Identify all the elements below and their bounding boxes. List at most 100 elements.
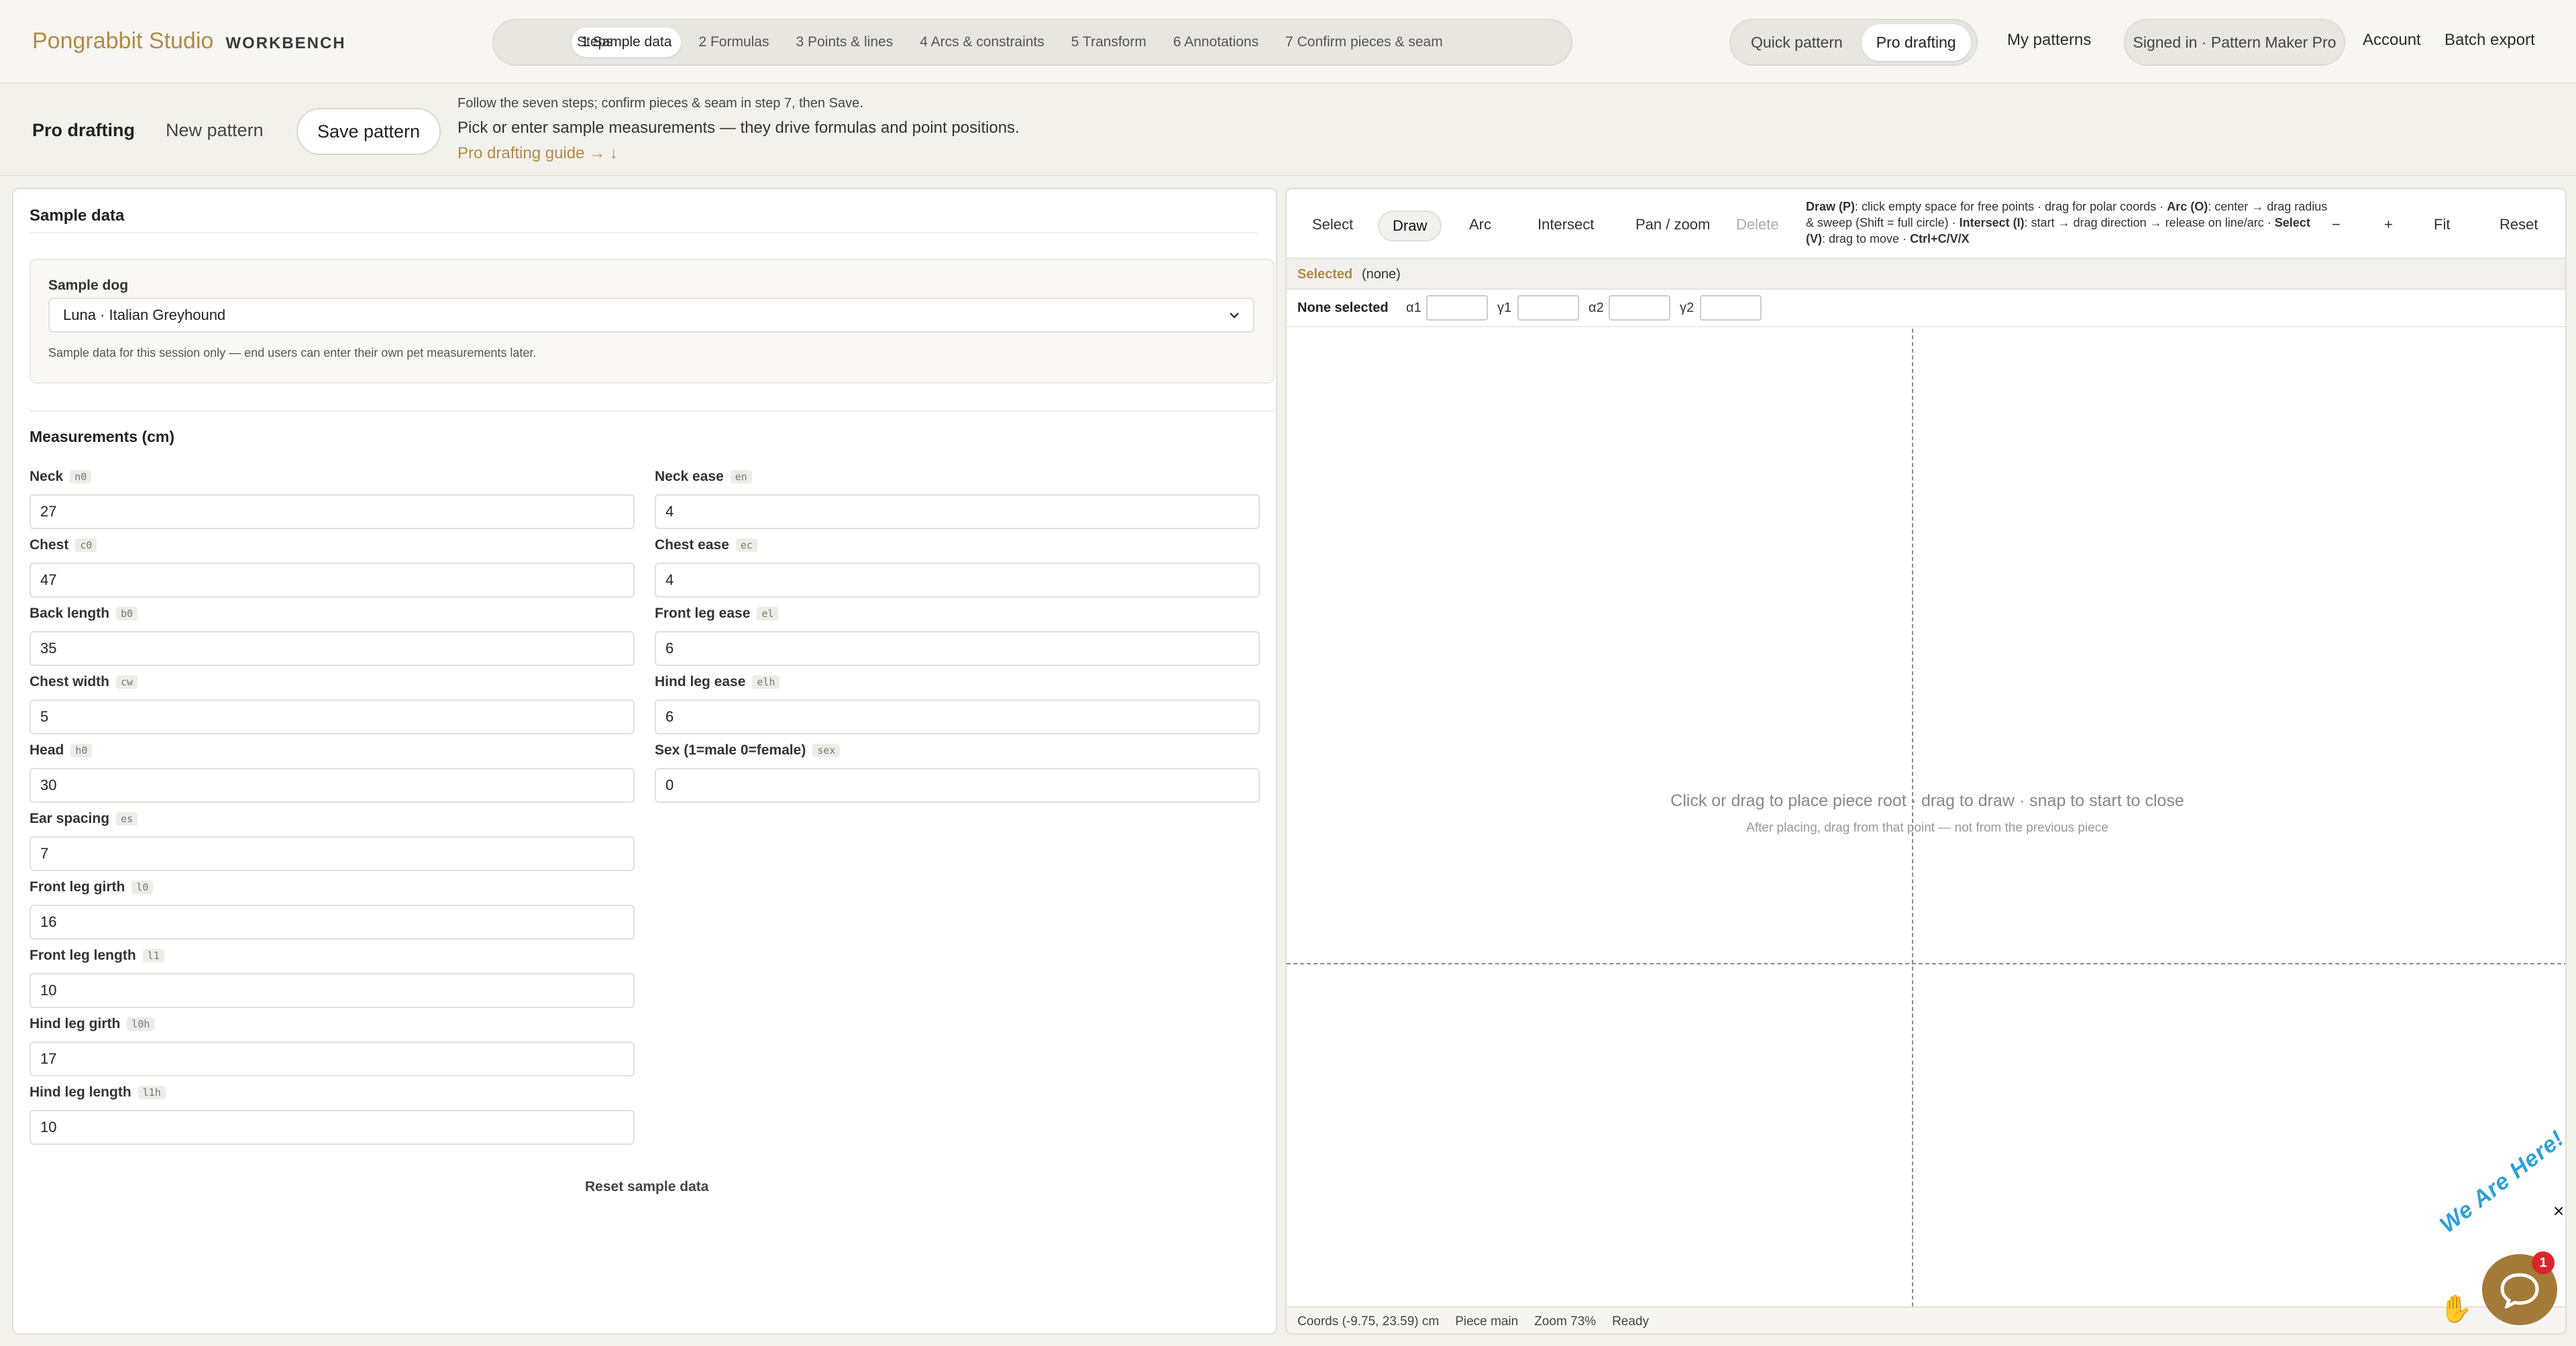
alpha2-input[interactable] [1609,295,1670,321]
pro-drafting-button[interactable]: Pro drafting [1861,23,1971,61]
neck-input[interactable] [30,494,635,529]
hind-leg-girth-input[interactable] [30,1042,635,1076]
pro-drafting-guide-link[interactable]: Pro drafting guide → ↓ [458,144,618,163]
delete-button[interactable]: Delete [1723,211,1792,239]
canvas-sub-hint: After placing, drag from that point — no… [1746,821,2108,835]
hind-leg-length-input[interactable] [30,1110,635,1145]
zoom-in-button[interactable]: + [2384,216,2393,233]
sex-input[interactable] [655,768,1260,803]
new-pattern-link[interactable]: New pattern [166,120,264,141]
brand[interactable]: Pongrabbit Studio WORKBENCH [32,28,346,54]
canvas-hint: Click or drag to place piece root · drag… [1670,791,2184,810]
pan-zoom-tool-button[interactable]: Pan / zoom [1622,211,1723,239]
sub-header: Pro drafting New pattern Save pattern Fo… [0,85,2576,176]
step-7-confirm-pieces[interactable]: 7 Confirm pieces & seam [1276,27,1452,57]
field-label: Neck [30,469,64,484]
field-abbr: n0 [70,470,92,484]
field-chest: Chest c0 [30,536,635,598]
ear-spacing-input[interactable] [30,836,635,871]
steps-hint: Follow the seven steps; confirm pieces &… [458,96,863,111]
notification-badge: 1 [2532,1251,2555,1274]
chest-input[interactable] [30,563,635,598]
front-leg-ease-input[interactable] [655,631,1260,666]
toolbar: Select Draw Arc Intersect Pan / zoom Del… [1287,189,2565,256]
step-3-points-lines[interactable]: 3 Points & lines [786,27,902,57]
my-patterns-link[interactable]: My patterns [2007,31,2091,50]
zoom-out-button[interactable]: − [2332,216,2341,233]
selection-bar: Selected (none) [1287,258,2565,290]
scrollbar-thumb[interactable] [1276,417,1277,1108]
top-header: Pongrabbit Studio WORKBENCH Steps 1 Samp… [0,0,2576,84]
field-abbr: l0 [131,881,154,894]
field-abbr: el [757,607,779,620]
piece-readout: Piece main [1455,1314,1519,1329]
arc-tool-button[interactable]: Arc [1456,211,1505,239]
field-abbr: h0 [70,744,93,757]
gamma1-label: γ1 [1497,300,1512,315]
neck-ease-input[interactable] [655,494,1260,529]
step-4-arcs-constraints[interactable]: 4 Arcs & constraints [910,27,1054,57]
field-ear-spacing: Ear spacing es [30,809,635,871]
selected-label: Selected [1297,267,1353,282]
intersect-tool-button[interactable]: Intersect [1524,211,1607,239]
front-leg-girth-input[interactable] [30,905,635,940]
alpha1-label: α1 [1406,300,1421,315]
field-abbr: en [730,470,752,484]
field-label: Front leg length [30,948,136,963]
save-pattern-button[interactable]: Save pattern [297,108,441,155]
step-5-transform[interactable]: 5 Transform [1062,27,1156,57]
account-link[interactable]: Account [2363,31,2421,50]
field-label: Chest ease [655,537,729,553]
reset-sample-data-button[interactable]: Reset sample data [585,1179,708,1195]
field-front-leg-girth: Front leg girth l0 [30,878,635,940]
sample-hint: Pick or enter sample measurements — they… [458,119,1020,137]
draw-help: : click empty space for free points · dr… [1855,200,2167,213]
sample-dog-value: Luna · Italian Greyhound [63,306,226,323]
head-input[interactable] [30,768,635,803]
chat-widget[interactable]: We Are Here! ✋ 1 [2428,1125,2569,1328]
coords-readout: Coords (-9.75, 23.59) cm [1297,1314,1440,1329]
fit-button[interactable]: Fit [2434,216,2450,233]
sample-dog-select[interactable]: Luna · Italian Greyhound [48,298,1254,333]
intersect-shortcut: Intersect (I) [1959,216,2025,229]
back-length-input[interactable] [30,631,635,666]
chest-width-input[interactable] [30,699,635,734]
drafting-panel: Select Draw Arc Intersect Pan / zoom Del… [1285,188,2567,1335]
field-abbr: es [116,812,138,826]
field-abbr: elh [752,675,780,689]
chest-ease-input[interactable] [655,563,1260,598]
intersect-help: : start → drag direction → release on li… [2024,216,2275,229]
draw-shortcut: Draw (P) [1806,200,1856,213]
field-label: Hind leg ease [655,674,746,689]
field-label: Neck ease [655,469,724,484]
gamma1-input[interactable] [1517,295,1579,321]
divider [30,410,1275,412]
hind-leg-ease-input[interactable] [655,699,1260,734]
selected-value: (none) [1362,267,1401,282]
alpha1-input[interactable] [1426,295,1488,321]
step-6-annotations[interactable]: 6 Annotations [1164,27,1268,57]
horizontal-axis [1287,963,2565,964]
quick-pattern-button[interactable]: Quick pattern [1736,24,1858,61]
select-tool-button[interactable]: Select [1299,211,1366,239]
sample-dog-label: Sample dog [48,278,129,293]
mode-toggle: Quick pattern Pro drafting [1729,19,1978,66]
field-abbr: cw [116,675,138,689]
gamma2-label: γ2 [1680,300,1695,315]
divider [30,232,1257,233]
reset-view-button[interactable]: Reset [2500,216,2538,233]
step-2-formulas[interactable]: 2 Formulas [689,27,778,57]
signed-in-status: Signed in · Pattern Maker Pro [2124,19,2345,66]
batch-export-link[interactable]: Batch export [2445,31,2535,50]
drafting-canvas[interactable]: Click or drag to place piece root · drag… [1287,329,2565,1306]
field-label: Front leg ease [655,606,751,621]
steps-nav: Steps 1 Sample data 2 Formulas 3 Points … [492,19,1572,66]
gamma2-input[interactable] [1700,295,1762,321]
field-label: Back length [30,606,110,621]
front-leg-length-input[interactable] [30,973,635,1008]
parameter-row: None selected α1 γ1 α2 γ2 [1287,290,2565,327]
pro-drafting-tab[interactable]: Pro drafting [32,120,135,141]
draw-tool-button[interactable]: Draw [1378,211,1442,241]
field-label: Head [30,742,64,758]
chevron-down-icon [1230,313,1239,319]
